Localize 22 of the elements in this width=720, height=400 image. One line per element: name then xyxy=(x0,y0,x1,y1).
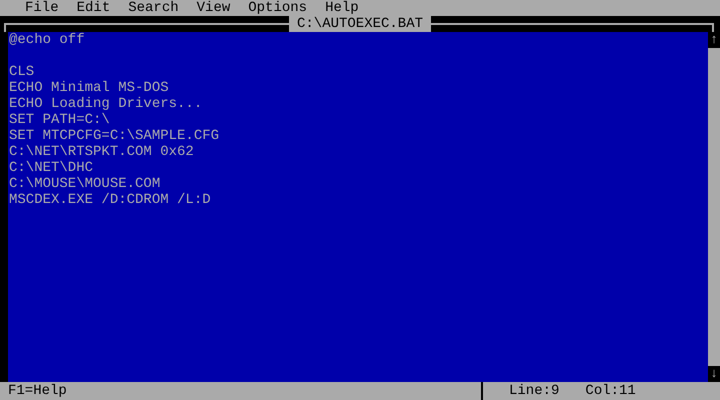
code-line: SET MTCPCFG=C:\SAMPLE.CFG xyxy=(8,128,220,144)
code-line: C:\NET\RTSPKT.COM 0x62 xyxy=(8,144,195,160)
window-title: C:\AUTOEXEC.BAT xyxy=(288,16,432,32)
code-line: ECHO Loading Drivers... xyxy=(8,96,204,112)
menu-item[interactable]: Search xyxy=(119,0,188,16)
menu-item[interactable]: Edit xyxy=(68,0,120,16)
column-number: Col:11 xyxy=(584,383,636,399)
menu-item[interactable]: View xyxy=(188,0,240,16)
code-line: SET PATH=C:\ xyxy=(8,112,111,128)
menu-item[interactable]: File xyxy=(16,0,68,16)
code-line: CLS xyxy=(8,64,36,80)
menu-item[interactable]: Help xyxy=(316,0,368,16)
editor-area[interactable]: @echo off CLS ECHO Minimal MS-DOS ECHO Loading Drivers... SET PATH=C:\ SET MTCPCFG=C:\SAMPLE.CFG C:\NET\RTSPKT.COM 0x62 C:\NET\DHC C:\MOUSE\MOUSE.COM MSCDEX.EXE /D:CDROM /L:D xyxy=(8,32,708,382)
code-line: ECHO Minimal MS-DOS xyxy=(8,80,170,96)
code-line: C:\MOUSE\MOUSE.COM xyxy=(8,176,162,192)
code-line: @echo off xyxy=(8,32,86,48)
help-hint: F1=Help xyxy=(7,383,68,399)
menu-item[interactable]: Options xyxy=(239,0,316,16)
code-line: MSCDEX.EXE /D:CDROM /L:D xyxy=(8,192,212,208)
code-line: C:\NET\DHC xyxy=(8,160,94,176)
line-number: Line:9 xyxy=(508,383,560,399)
scrollbar[interactable]: ↑ ↓ xyxy=(708,32,720,382)
